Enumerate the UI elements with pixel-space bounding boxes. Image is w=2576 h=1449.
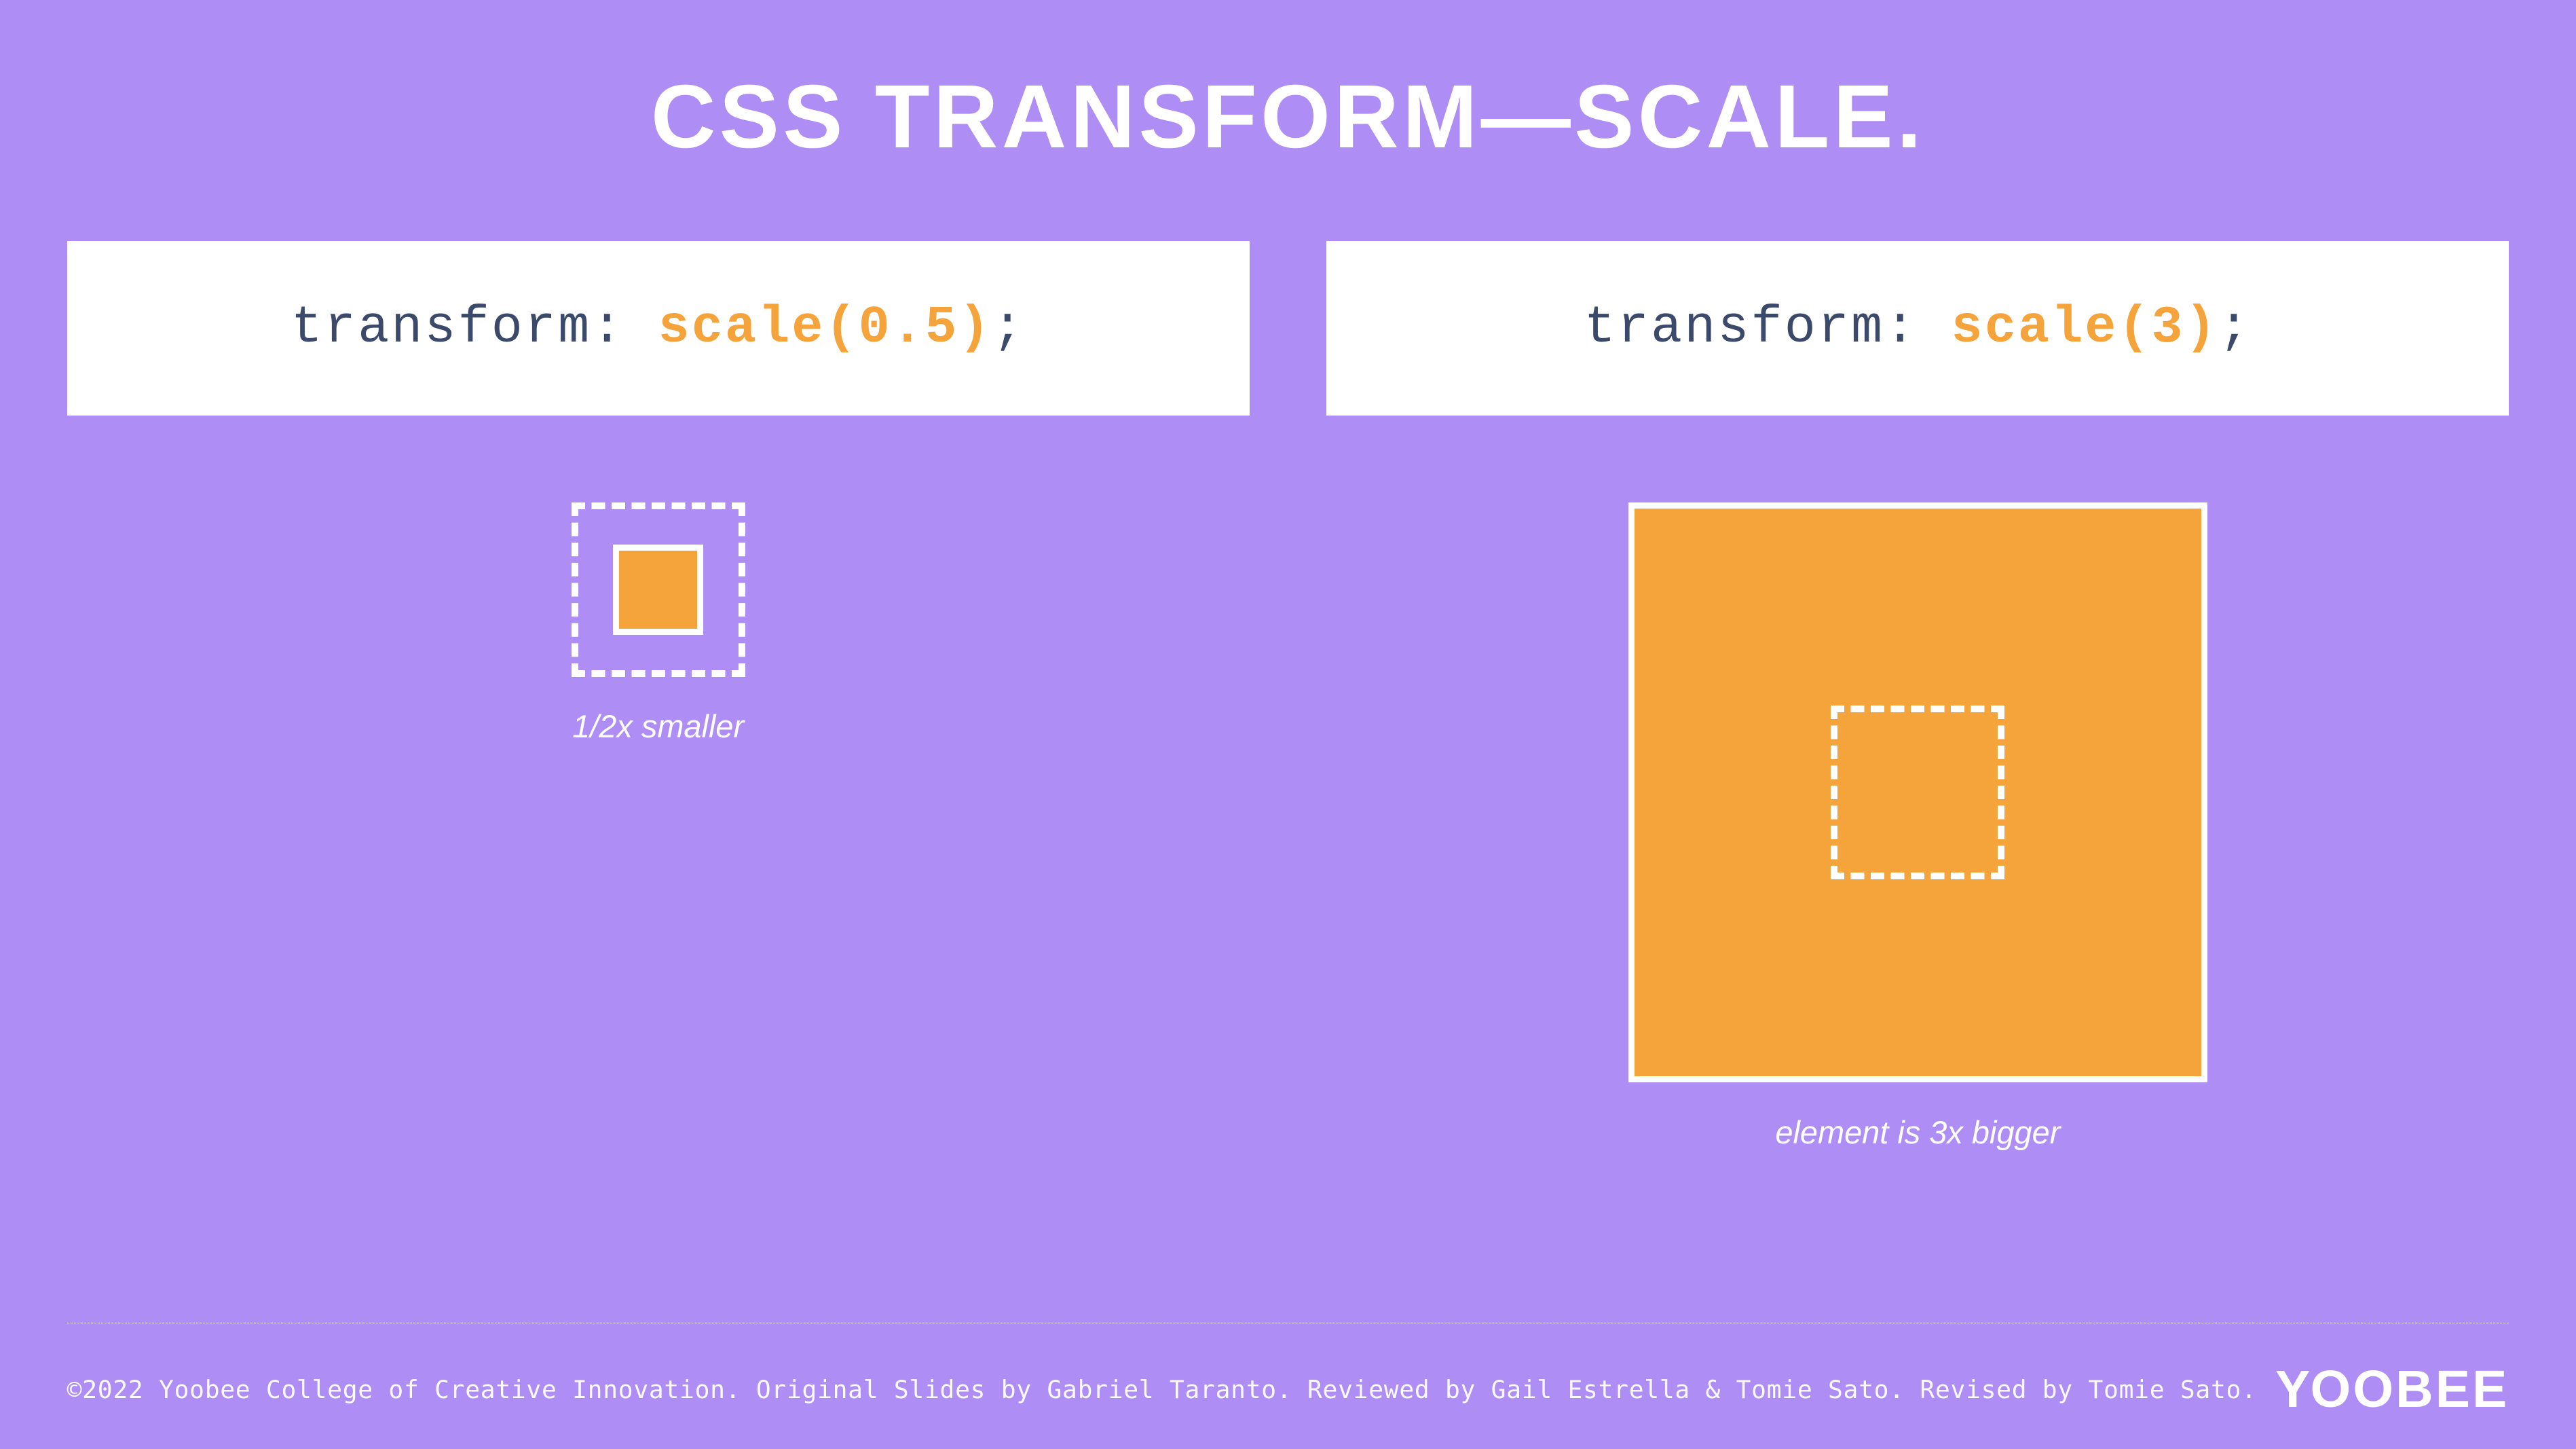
credits-text: ©2022 Yoobee College of Creative Innovat… bbox=[67, 1375, 2257, 1404]
original-box-outline-left bbox=[572, 502, 745, 676]
demo-left: 1/2x smaller bbox=[572, 502, 745, 745]
code-box-right: transform: scale(3); bbox=[1326, 241, 2509, 416]
original-box-outline-right bbox=[1831, 705, 2004, 879]
code-prop-right: transform bbox=[1584, 299, 1885, 358]
demo-right: element is 3x bigger bbox=[1628, 502, 2208, 1151]
code-prop-left: transform bbox=[291, 299, 592, 358]
code-val-right: scale(3) bbox=[1952, 299, 2218, 358]
scaled-box-right bbox=[1628, 502, 2208, 1082]
footer: ©2022 Yoobee College of Creative Innovat… bbox=[67, 1323, 2509, 1420]
footer-row: ©2022 Yoobee College of Creative Innovat… bbox=[67, 1359, 2509, 1420]
columns: transform: scale(0.5); 1/2x smaller tran… bbox=[67, 241, 2509, 1151]
col-left: transform: scale(0.5); 1/2x smaller bbox=[67, 241, 1250, 746]
code-val-left: scale(0.5) bbox=[658, 299, 992, 358]
code-box-left: transform: scale(0.5); bbox=[67, 241, 1250, 416]
slide: CSS TRANSFORM—SCALE. transform: scale(0.… bbox=[0, 0, 2576, 1449]
caption-left: 1/2x smaller bbox=[572, 708, 744, 745]
slide-title: CSS TRANSFORM—SCALE. bbox=[67, 65, 2509, 168]
scaled-box-left bbox=[613, 545, 703, 634]
caption-right: element is 3x bigger bbox=[1775, 1114, 2060, 1151]
yoobee-logo: YOOBEE bbox=[2273, 1359, 2509, 1420]
col-right: transform: scale(3); element is 3x bigge… bbox=[1326, 241, 2509, 1151]
